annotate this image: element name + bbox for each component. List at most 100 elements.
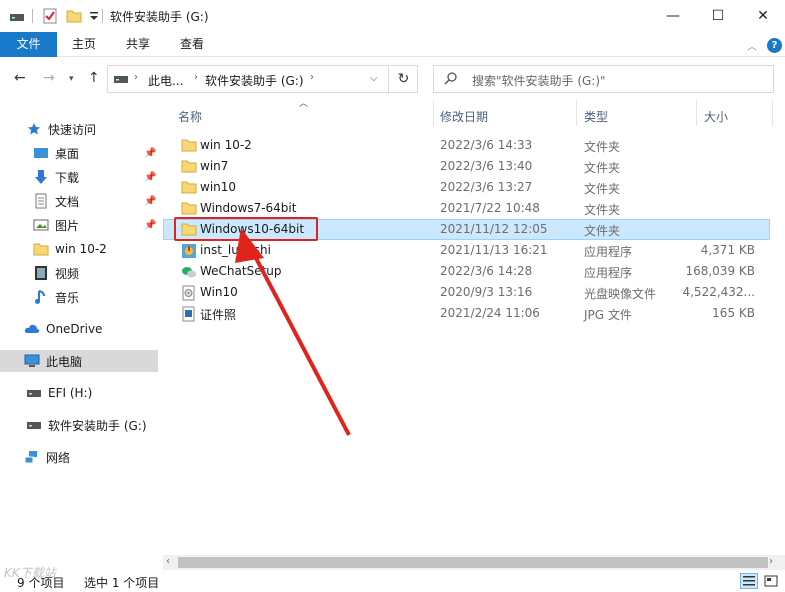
refresh-button[interactable]: ↻ xyxy=(390,65,418,93)
file-type: 文件夹 xyxy=(584,182,621,196)
file-date: 2022/3/6 14:28 xyxy=(440,264,533,278)
title-bar: 软件安装助手 (G:) — ☐ ✕ xyxy=(0,0,785,32)
close-button[interactable]: ✕ xyxy=(740,0,785,32)
window-title: 软件安装助手 (G:) xyxy=(110,10,209,24)
tab-file[interactable]: 文件 xyxy=(0,32,57,57)
file-size: 4,522,432... xyxy=(682,285,755,299)
videos-icon xyxy=(33,265,49,281)
nav-label: 图片 xyxy=(55,218,80,233)
tab-view[interactable]: 查看 xyxy=(170,32,214,57)
column-date[interactable]: 修改日期 xyxy=(440,108,488,125)
desktop-icon xyxy=(33,145,49,161)
file-type: JPG 文件 xyxy=(584,308,632,322)
file-type: 光盘映像文件 xyxy=(584,287,657,301)
file-date: 2022/3/6 14:33 xyxy=(440,138,533,152)
forward-arrow-icon[interactable]: → xyxy=(43,70,55,86)
tab-share[interactable]: 共享 xyxy=(116,32,160,57)
drive-icon xyxy=(9,9,25,25)
customize-toolbar-icon[interactable] xyxy=(86,8,102,24)
separator xyxy=(32,9,33,23)
expand-ribbon-icon[interactable]: ︿ xyxy=(747,38,757,53)
recent-locations-icon[interactable]: ▾ xyxy=(69,74,74,84)
drive-icon xyxy=(26,417,42,433)
navigation-bar: ← → ▾ ↑ › 此电... › 软件安装助手 (G:) › ⌵ ↻ 搜索"软… xyxy=(0,58,785,100)
ribbon-tabs: 文件 主页 共享 查看 ︿ ? xyxy=(0,32,785,57)
horizontal-scrollbar[interactable]: ‹ › xyxy=(163,555,785,570)
search-icon xyxy=(444,72,457,89)
nav-label: 快速访问 xyxy=(48,122,97,137)
minimize-icon: — xyxy=(666,8,680,24)
chevron-right-icon[interactable]: › xyxy=(194,72,198,83)
breadcrumb-this-pc[interactable]: 此电... xyxy=(148,72,183,89)
file-row[interactable]: 证件照 2021/2/24 11:06 JPG 文件 165 KB xyxy=(163,303,770,324)
maximize-button[interactable]: ☐ xyxy=(695,0,741,32)
details-view-button[interactable] xyxy=(740,573,758,589)
nav-label: 此电脑 xyxy=(46,354,83,369)
pin-icon[interactable]: 📌 xyxy=(144,148,156,159)
column-divider[interactable] xyxy=(433,100,434,126)
folder-icon xyxy=(181,159,197,175)
nav-this-pc[interactable]: 此电脑 xyxy=(0,350,158,372)
nav-onedrive[interactable]: OneDrive xyxy=(24,318,184,340)
scroll-right-icon[interactable]: › xyxy=(769,556,773,567)
tab-home[interactable]: 主页 xyxy=(62,32,106,57)
file-row[interactable]: win10 2022/3/6 13:27 文件夹 xyxy=(163,177,770,198)
file-size: 4,371 KB xyxy=(700,243,755,257)
file-date: 2022/3/6 13:40 xyxy=(440,159,533,173)
file-name: Win10 xyxy=(200,285,238,299)
nav-label: 网络 xyxy=(46,450,71,465)
file-row[interactable]: win7 2022/3/6 13:40 文件夹 xyxy=(163,156,770,177)
help-icon[interactable]: ? xyxy=(767,38,782,53)
nav-drive-efi[interactable]: EFI (H:) xyxy=(26,382,186,404)
star-icon xyxy=(26,121,42,137)
properties-icon[interactable] xyxy=(42,8,58,24)
column-type[interactable]: 类型 xyxy=(584,108,608,125)
nav-network[interactable]: 网络 xyxy=(24,446,184,468)
chevron-down-icon[interactable]: ⌵ xyxy=(370,73,378,84)
file-row[interactable]: Windows7-64bit 2021/7/22 10:48 文件夹 xyxy=(163,198,770,219)
column-size[interactable]: 大小 xyxy=(704,108,728,125)
chevron-right-icon[interactable]: › xyxy=(310,72,314,83)
nav-label: 桌面 xyxy=(55,146,80,161)
navigation-pane: 快速访问 桌面 📌 下载 📌 文档 📌 图片 📌 win 10-2 视频 音乐 … xyxy=(0,100,162,570)
scroll-left-icon[interactable]: ‹ xyxy=(166,556,170,567)
download-icon xyxy=(33,169,49,185)
column-divider[interactable] xyxy=(576,100,577,126)
nav-label: EFI (H:) xyxy=(48,386,93,400)
column-divider[interactable] xyxy=(772,100,773,126)
nav-label: 文档 xyxy=(55,194,80,209)
file-row[interactable]: win 10-2 2022/3/6 14:33 文件夹 xyxy=(163,135,770,156)
maximize-icon: ☐ xyxy=(711,8,725,24)
column-name[interactable]: 名称 xyxy=(178,108,202,125)
file-row[interactable]: Win10 2020/9/3 13:16 光盘映像文件 4,522,432... xyxy=(163,282,770,303)
nav-label: 软件安装助手 (G:) xyxy=(48,418,147,433)
back-arrow-icon[interactable]: ← xyxy=(14,70,26,86)
column-divider[interactable] xyxy=(696,100,697,126)
new-folder-icon[interactable] xyxy=(66,8,82,24)
nav-drive-g[interactable]: 软件安装助手 (G:) xyxy=(26,414,186,436)
breadcrumb-drive-g[interactable]: 软件安装助手 (G:) xyxy=(205,72,304,89)
watermark: KK下载站 xyxy=(4,566,56,580)
nav-label: 视频 xyxy=(55,266,80,281)
file-row[interactable]: inst_ludashi 2021/11/13 16:21 应用程序 4,371… xyxy=(163,240,770,261)
pin-icon[interactable]: 📌 xyxy=(144,196,156,207)
music-icon xyxy=(33,289,49,305)
up-arrow-icon[interactable]: ↑ xyxy=(88,70,100,86)
scrollbar-thumb[interactable] xyxy=(178,557,768,568)
pin-icon[interactable]: 📌 xyxy=(144,220,156,231)
pin-icon[interactable]: 📌 xyxy=(144,172,156,183)
file-date: 2021/7/22 10:48 xyxy=(440,201,540,215)
folder-icon xyxy=(181,138,197,154)
file-row[interactable]: WeChatSetup 2022/3/6 14:28 应用程序 168,039 … xyxy=(163,261,770,282)
folder-icon xyxy=(181,180,197,196)
file-name: inst_ludashi xyxy=(200,243,271,257)
nav-quick-access[interactable]: 快速访问 xyxy=(26,118,186,140)
file-name: win 10-2 xyxy=(200,138,252,152)
search-box[interactable]: 搜索"软件安装助手 (G:)" xyxy=(433,65,774,93)
file-type: 文件夹 xyxy=(584,224,621,238)
large-icons-view-button[interactable] xyxy=(762,573,780,589)
minimize-button[interactable]: — xyxy=(650,0,696,32)
ludashi-app-icon xyxy=(181,243,197,259)
address-bar[interactable]: › 此电... › 软件安装助手 (G:) › ⌵ xyxy=(107,65,389,93)
chevron-right-icon[interactable]: › xyxy=(134,72,138,83)
